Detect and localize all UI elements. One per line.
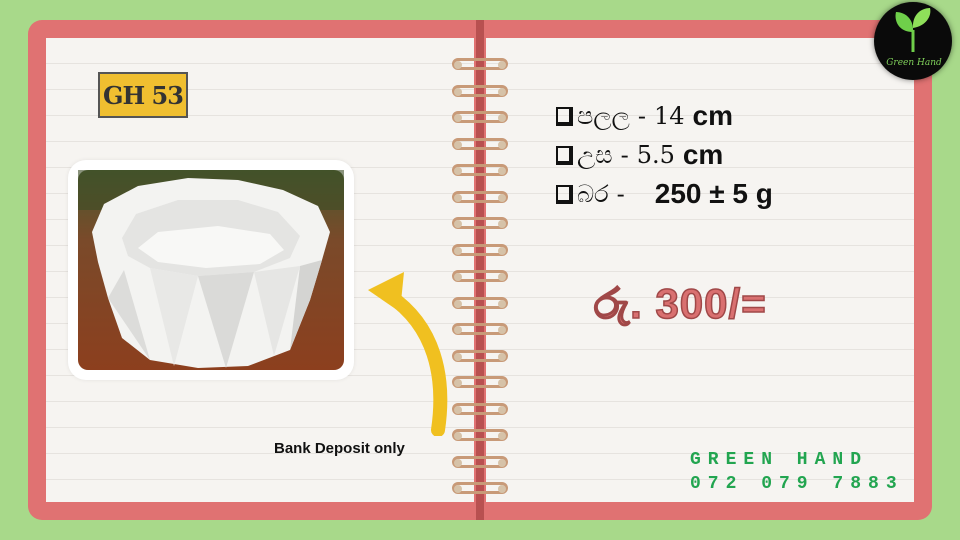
- spec-unit: cm: [692, 100, 733, 131]
- spiral-ring: [452, 84, 508, 97]
- price: රු. 300/=: [593, 279, 767, 328]
- spiral-ring: [452, 137, 508, 150]
- spec-separator: -: [637, 102, 646, 130]
- spec-width: පලල - 14 cm: [556, 100, 733, 132]
- spiral-ring: [452, 270, 508, 282]
- spec-value: 5.5: [636, 141, 675, 169]
- brand-phone: 072 079 7883: [690, 474, 904, 494]
- spec-label: උස: [577, 141, 613, 169]
- spiral-ring: [452, 58, 508, 70]
- spiral-ring: [452, 455, 508, 468]
- spec-label: බර: [577, 180, 609, 208]
- spiral-ring: [452, 429, 508, 441]
- spiral-ring: [452, 349, 508, 362]
- product-photo-frame: [68, 160, 354, 380]
- spiral-ring: [452, 217, 508, 229]
- spec-label: පලල: [577, 102, 630, 130]
- spec-value: 250 ± 5 g: [654, 178, 773, 209]
- spiral-ring: [452, 296, 508, 309]
- spiral-ring: [452, 402, 508, 415]
- logo-text: Green Hand: [886, 58, 942, 68]
- spiral-ring: [452, 190, 508, 203]
- white-planter-pot-photo: [78, 170, 344, 370]
- spec-separator: -: [616, 180, 625, 208]
- spiral-ring: [452, 243, 508, 256]
- spec-weight: බර - 250 ± 5 g: [556, 178, 773, 210]
- payment-note: Bank Deposit only: [274, 440, 405, 457]
- spiral-ring: [452, 482, 508, 494]
- spec-height: උස - 5.5 cm: [556, 139, 723, 171]
- checkbox-icon: [556, 145, 573, 165]
- curved-arrow-icon: [368, 272, 448, 436]
- brand-logo: [874, 2, 952, 80]
- spiral-ring: [452, 376, 508, 388]
- spiral-ring: [452, 111, 508, 123]
- spiral-ring: [452, 323, 508, 335]
- product-code-badge: GH 53: [98, 72, 188, 118]
- spec-value: 14: [653, 102, 685, 130]
- spec-unit: cm: [682, 139, 724, 170]
- brand-name: GREEN HAND: [690, 450, 869, 470]
- spec-separator: -: [620, 141, 629, 169]
- checkbox-icon: [556, 106, 573, 126]
- sprout-icon: [895, 8, 931, 52]
- checkbox-icon: [556, 184, 573, 204]
- spiral-ring: [452, 164, 508, 176]
